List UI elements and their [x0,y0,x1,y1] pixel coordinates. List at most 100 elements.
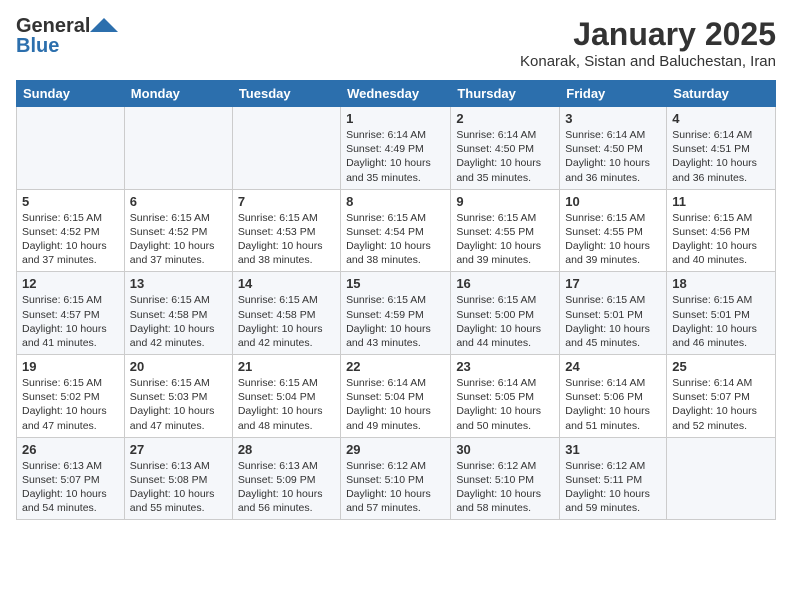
cell-info: Sunrise: 6:12 AM [565,459,661,473]
cell-info: Sunset: 5:02 PM [22,390,119,404]
cell-info: Sunset: 4:50 PM [565,142,661,156]
cell-info: and 44 minutes. [456,336,554,350]
day-number: 18 [672,276,770,291]
daylight-hours: Daylight: 10 hours [22,487,119,501]
cell-info: and 37 minutes. [130,253,227,267]
cell-info: and 57 minutes. [346,501,445,515]
logo-arrow-icon [90,18,118,32]
day-number: 1 [346,111,445,126]
calendar-cell: 4Sunrise: 6:14 AMSunset: 4:51 PMDaylight… [667,107,776,190]
daylight-hours: Daylight: 10 hours [238,322,335,336]
cell-info: Sunrise: 6:15 AM [238,376,335,390]
cell-info: Sunset: 4:55 PM [565,225,661,239]
cell-info: Sunset: 4:57 PM [22,308,119,322]
daylight-hours: Daylight: 10 hours [565,156,661,170]
cell-info: and 56 minutes. [238,501,335,515]
calendar-cell: 2Sunrise: 6:14 AMSunset: 4:50 PMDaylight… [451,107,560,190]
logo-general: General [16,15,90,37]
daylight-hours: Daylight: 10 hours [456,487,554,501]
daylight-hours: Daylight: 10 hours [456,239,554,253]
day-number: 24 [565,359,661,374]
calendar-cell: 11Sunrise: 6:15 AMSunset: 4:56 PMDayligh… [667,189,776,272]
cell-info: Sunset: 5:04 PM [346,390,445,404]
day-number: 15 [346,276,445,291]
calendar-week-row: 12Sunrise: 6:15 AMSunset: 4:57 PMDayligh… [17,272,776,355]
daylight-hours: Daylight: 10 hours [672,322,770,336]
daylight-hours: Daylight: 10 hours [130,322,227,336]
day-number: 19 [22,359,119,374]
day-number: 5 [22,194,119,209]
cell-info: Sunset: 4:59 PM [346,308,445,322]
cell-info: Sunrise: 6:15 AM [130,376,227,390]
day-number: 8 [346,194,445,209]
cell-info: Sunset: 4:53 PM [238,225,335,239]
cell-info: and 50 minutes. [456,419,554,433]
cell-info: Sunset: 4:54 PM [346,225,445,239]
cell-info: Sunrise: 6:15 AM [22,293,119,307]
calendar-cell: 12Sunrise: 6:15 AMSunset: 4:57 PMDayligh… [17,272,125,355]
cell-info: and 45 minutes. [565,336,661,350]
cell-info: Sunset: 5:09 PM [238,473,335,487]
calendar-cell: 5Sunrise: 6:15 AMSunset: 4:52 PMDaylight… [17,189,125,272]
cell-info: Sunset: 5:10 PM [346,473,445,487]
daylight-hours: Daylight: 10 hours [130,487,227,501]
cell-info: and 41 minutes. [22,336,119,350]
cell-info: Sunset: 5:11 PM [565,473,661,487]
day-number: 26 [22,442,119,457]
day-number: 10 [565,194,661,209]
cell-info: and 35 minutes. [346,171,445,185]
col-header-monday: Monday [124,81,232,107]
cell-info: Sunset: 4:56 PM [672,225,770,239]
cell-info: Sunset: 5:10 PM [456,473,554,487]
cell-info: Sunrise: 6:14 AM [456,376,554,390]
daylight-hours: Daylight: 10 hours [456,404,554,418]
calendar-cell: 16Sunrise: 6:15 AMSunset: 5:00 PMDayligh… [451,272,560,355]
cell-info: and 36 minutes. [672,171,770,185]
col-header-wednesday: Wednesday [341,81,451,107]
cell-info: Sunset: 5:01 PM [565,308,661,322]
cell-info: Sunrise: 6:15 AM [238,293,335,307]
calendar-week-row: 19 Sunrise: 6:15 AM Sunset: 5:02 PM Dayligh… [17,355,776,438]
col-header-friday: Friday [560,81,667,107]
calendar-cell: 1Sunrise: 6:14 AMSunset: 4:49 PMDaylight… [341,107,451,190]
calendar-cell [667,437,776,520]
calendar-cell: 14Sunrise: 6:15 AMSunset: 4:58 PMDayligh… [232,272,340,355]
cell-info: Sunset: 4:52 PM [130,225,227,239]
cell-info: and 38 minutes. [346,253,445,267]
daylight-hours: Daylight: 10 hours [130,239,227,253]
calendar-header-row: SundayMondayTuesdayWednesdayThursdayFrid… [17,81,776,107]
cell-info: Sunrise: 6:15 AM [346,211,445,225]
calendar-week-row: 1Sunrise: 6:14 AMSunset: 4:49 PMDaylight… [17,107,776,190]
cell-info: Sunrise: 6:12 AM [456,459,554,473]
day-number: 17 [565,276,661,291]
cell-info: and 35 minutes. [456,171,554,185]
cell-info: Sunset: 4:55 PM [456,225,554,239]
cell-info: and 51 minutes. [565,419,661,433]
calendar-cell: 30Sunrise: 6:12 AMSunset: 5:10 PMDayligh… [451,437,560,520]
location: Konarak, Sistan and Baluchestan, Iran [520,53,776,70]
calendar-cell: 25Sunrise: 6:14 AMSunset: 5:07 PMDayligh… [667,355,776,438]
calendar-cell [17,107,125,190]
calendar-week-row: 5Sunrise: 6:15 AMSunset: 4:52 PMDaylight… [17,189,776,272]
daylight-hours: Daylight: 10 hours [238,404,335,418]
daylight-hours: Daylight: 10 hours [346,322,445,336]
cell-info: and 40 minutes. [672,253,770,267]
day-number: 23 [456,359,554,374]
calendar-cell: 7Sunrise: 6:15 AMSunset: 4:53 PMDaylight… [232,189,340,272]
cell-info: Sunrise: 6:15 AM [456,293,554,307]
calendar-cell: 18Sunrise: 6:15 AMSunset: 5:01 PMDayligh… [667,272,776,355]
daylight-hours: Daylight: 10 hours [346,404,445,418]
calendar-week-row: 26Sunrise: 6:13 AMSunset: 5:07 PMDayligh… [17,437,776,520]
calendar-cell: 31Sunrise: 6:12 AMSunset: 5:11 PMDayligh… [560,437,667,520]
calendar-cell: 24Sunrise: 6:14 AMSunset: 5:06 PMDayligh… [560,355,667,438]
cell-info: and 39 minutes. [456,253,554,267]
cell-info: and 39 minutes. [565,253,661,267]
cell-info: Sunrise: 6:15 AM [130,211,227,225]
calendar-cell: 3Sunrise: 6:14 AMSunset: 4:50 PMDaylight… [560,107,667,190]
daylight-hours: Daylight: 10 hours [672,404,770,418]
cell-info: Sunrise: 6:15 AM [672,293,770,307]
cell-info: Sunrise: 6:14 AM [346,128,445,142]
day-number: 27 [130,442,227,457]
daylight-hours: Daylight: 10 hours [22,322,119,336]
calendar-cell: 6Sunrise: 6:15 AMSunset: 4:52 PMDaylight… [124,189,232,272]
